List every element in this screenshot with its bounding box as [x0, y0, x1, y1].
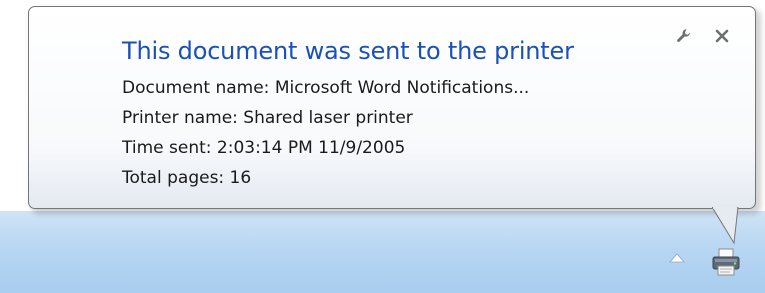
close-icon [715, 29, 729, 43]
time-sent-text: Time sent: 2:03:14 PM 11/9/2005 [122, 138, 406, 158]
triangle-up-icon [669, 253, 685, 263]
wrench-icon [677, 29, 690, 42]
taskbar [0, 211, 765, 293]
printer-icon[interactable] [710, 246, 742, 278]
options-button[interactable] [673, 25, 695, 47]
total-pages-text: Total pages: 16 [122, 168, 252, 188]
notification-title: This document was sent to the printer [122, 37, 574, 65]
show-hidden-icons-button[interactable] [669, 253, 685, 263]
printer-name-text: Printer name: Shared laser printer [122, 108, 413, 128]
document-name-text: Document name: Microsoft Word Notificati… [122, 78, 530, 98]
close-button[interactable] [711, 25, 733, 47]
balloon-tail [712, 207, 739, 245]
